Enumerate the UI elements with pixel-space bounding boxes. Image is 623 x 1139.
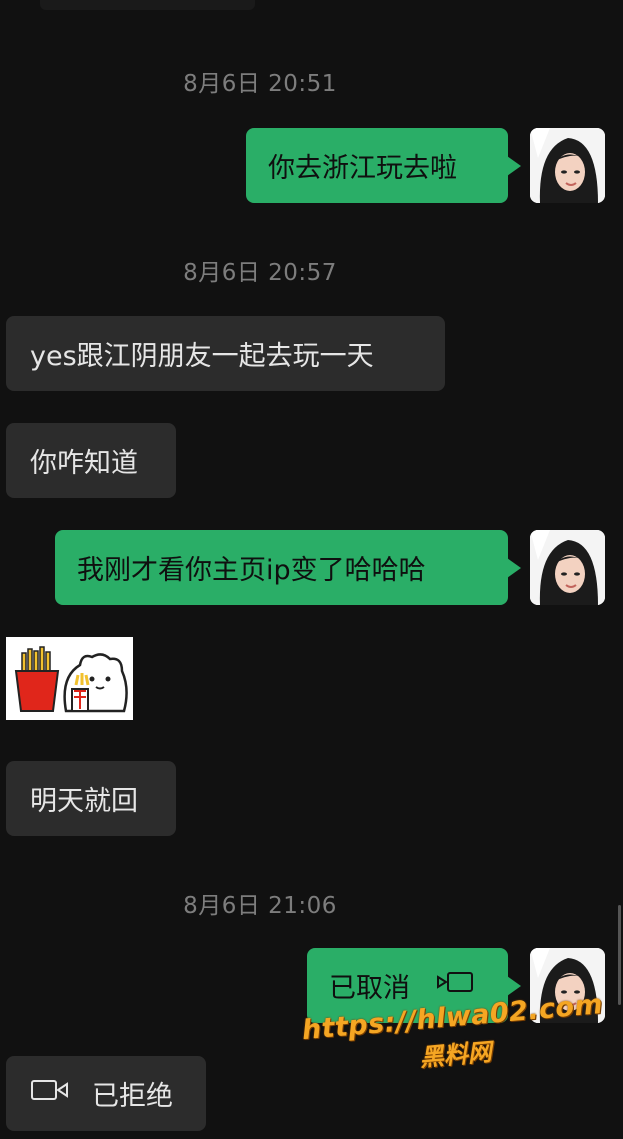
timestamp: 8月6日 21:06 (183, 893, 337, 919)
message-text: 你咋知道 (30, 448, 138, 479)
message-text: 已取消 (329, 973, 410, 1004)
message-text: 你去浙江玩去啦 (268, 153, 457, 184)
avatar-image (530, 128, 605, 203)
video-call-rejected-bubble[interactable]: 已拒绝 (6, 1056, 206, 1131)
message-text: 我刚才看你主页ip变了哈哈哈 (77, 555, 426, 586)
message-bubble-outgoing[interactable]: 你去浙江玩去啦 (246, 128, 521, 203)
top-status-strip (40, 0, 255, 10)
message-text: 已拒绝 (92, 1081, 173, 1112)
message-text: 明天就回 (30, 786, 138, 817)
avatar[interactable] (530, 128, 605, 203)
message-text: yes跟江阴朋友一起去玩一天 (30, 341, 374, 372)
video-call-icon (436, 970, 476, 1001)
scrollbar[interactable] (618, 905, 621, 1005)
avatar-image (530, 530, 605, 605)
video-call-icon (30, 1078, 70, 1109)
timestamp: 8月6日 20:57 (183, 260, 337, 286)
message-bubble-outgoing[interactable]: 我刚才看你主页ip变了哈哈哈 (55, 530, 521, 605)
sticker-message[interactable] (6, 637, 133, 720)
avatar[interactable] (530, 530, 605, 605)
fries-bear-sticker-icon (6, 637, 133, 720)
message-bubble-incoming[interactable]: 你咋知道 (6, 423, 176, 498)
message-bubble-incoming[interactable]: yes跟江阴朋友一起去玩一天 (6, 316, 445, 391)
timestamp: 8月6日 20:51 (183, 71, 337, 97)
message-bubble-incoming[interactable]: 明天就回 (6, 761, 176, 836)
